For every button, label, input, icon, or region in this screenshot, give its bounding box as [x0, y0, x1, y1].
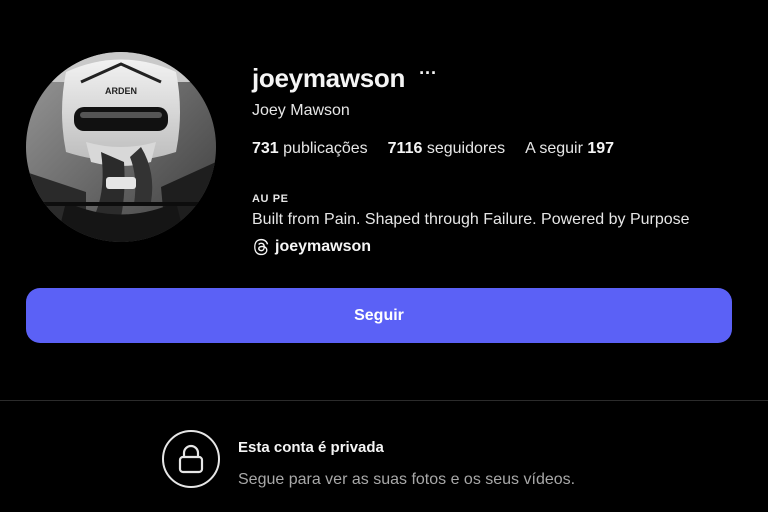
lock-icon [178, 444, 204, 474]
posts-label: publicações [283, 140, 368, 157]
more-options-icon[interactable]: ··· [419, 64, 437, 82]
threads-profile-link[interactable]: joeymawson [252, 238, 371, 256]
followers-label: seguidores [426, 140, 506, 157]
svg-text:ARDEN: ARDEN [105, 86, 137, 96]
followers-stat[interactable]: 7116 seguidores [388, 140, 505, 158]
following-stat[interactable]: A seguir 197 [525, 140, 614, 158]
threads-handle: joeymawson [275, 238, 372, 255]
private-account-title: Esta conta é privada [238, 439, 384, 456]
following-count: 197 [587, 140, 615, 157]
profile-bio: Built from Pain. Shaped through Failure.… [252, 211, 690, 228]
section-divider [0, 400, 768, 401]
posts-count: 731 [252, 140, 279, 157]
private-account-notice: Esta conta é privada Segue para ver as s… [162, 430, 575, 489]
profile-username: joeymawson [252, 62, 406, 93]
posts-stat: 731 publicações [252, 140, 368, 158]
follow-button[interactable]: Seguir [26, 288, 732, 343]
private-account-subtitle: Segue para ver as suas fotos e os seus v… [238, 471, 576, 488]
profile-full-name: Joey Mawson [252, 102, 350, 119]
threads-icon [254, 238, 269, 256]
following-label: A seguir [525, 140, 583, 157]
lock-circle [162, 430, 220, 488]
profile-category: AU PE [252, 193, 289, 205]
followers-count: 7116 [387, 140, 423, 157]
profile-stats: 731 publicações 7116 seguidores A seguir… [252, 140, 614, 158]
avatar-image: ARDEN [26, 52, 216, 242]
profile-avatar[interactable]: ARDEN [26, 52, 216, 242]
